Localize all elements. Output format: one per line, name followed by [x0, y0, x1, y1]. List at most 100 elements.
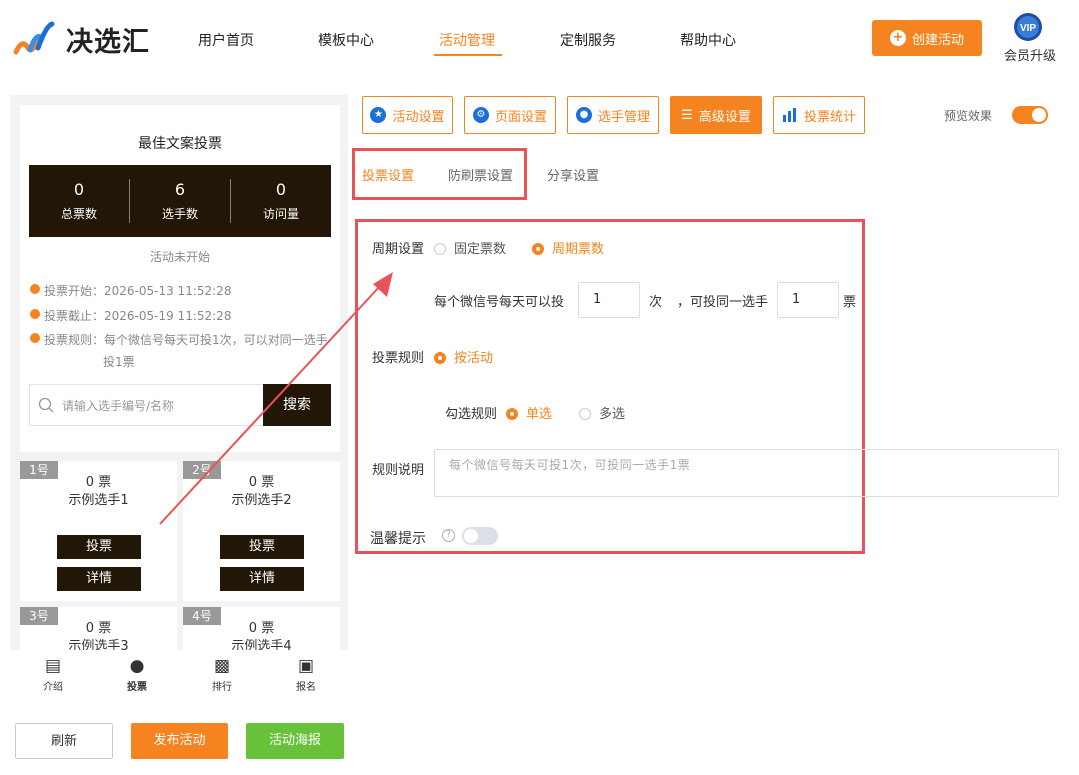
mobile-tab-bar: ▤ 介绍 ● 投票 ▩ 排行 ▣ 报名 [10, 650, 348, 700]
stat-label: 总票数 [60, 207, 97, 221]
rule-description-textarea[interactable]: 每个微信号每天可投1次，可投同一选手1票 [434, 449, 1059, 497]
radio-by-activity[interactable]: 按活动 [434, 347, 493, 366]
nav-custom-service[interactable]: 定制服务 [560, 30, 616, 50]
radio-circle [532, 242, 544, 255]
nav-activity-management[interactable]: 活动管理 [439, 30, 495, 50]
radio-periodic-votes[interactable]: 周期票数 [532, 238, 604, 257]
plus-icon: + [889, 30, 906, 46]
refresh-button[interactable]: 刷新 [15, 723, 113, 759]
tab-intro[interactable]: ▤ 介绍 [23, 656, 83, 693]
tab-label: 报名 [296, 682, 316, 693]
stats-bar: 0 总票数 6 选手数 0 访问量 [29, 165, 331, 237]
create-activity-label: 创建活动 [911, 32, 964, 48]
stat-value: 6 [174, 180, 186, 199]
same-player-unit: 票 [843, 295, 857, 310]
preview-effect-label: 预览效果 [944, 109, 993, 123]
brand-name: 决选汇 [66, 27, 150, 58]
tool-advanced-settings[interactable]: ☰ 高级设置 [670, 96, 762, 134]
tab-label: 介绍 [43, 682, 63, 693]
per-day-prefix: 每个微信号每天可以投 [434, 295, 565, 310]
detail-button[interactable]: 详情 [57, 567, 141, 591]
radio-multiple-choice[interactable]: 多选 [579, 403, 625, 422]
period-setting-label: 周期设置 [372, 242, 425, 257]
tool-label: 页面设置 [494, 109, 547, 125]
radio-circle [434, 351, 446, 364]
brand-logo-icon [13, 21, 55, 55]
vote-button[interactable]: 投票 [57, 535, 141, 559]
subtab-vote-settings[interactable]: 投票设置 [362, 165, 414, 184]
radio-single-choice[interactable]: 单选 [506, 403, 552, 422]
radio-label: 单选 [526, 407, 553, 422]
vip-upgrade-link[interactable]: 会员升级 [1004, 45, 1056, 64]
tool-label: 选手管理 [597, 109, 650, 125]
vip-badge-text: VIP [1020, 23, 1036, 34]
radio-label: 按活动 [454, 351, 494, 366]
player-votes: 0 票 [85, 475, 112, 490]
clock-icon [30, 284, 40, 294]
vip-badge-icon[interactable]: VIP [1013, 12, 1043, 42]
clock-icon [30, 309, 40, 319]
radio-label: 周期票数 [552, 242, 605, 257]
users-icon: ● [575, 107, 592, 123]
same-player-count-input[interactable]: 1 [777, 282, 839, 318]
per-day-count-input[interactable]: 1 [578, 282, 640, 318]
tab-vote[interactable]: ● 投票 [107, 656, 167, 693]
stat-label: 访问量 [262, 207, 299, 221]
ranking-icon: ▩ [213, 656, 231, 676]
stat-label: 选手数 [161, 207, 198, 221]
tab-ranking[interactable]: ▩ 排行 [192, 656, 252, 693]
radio-circle [506, 407, 518, 420]
subtab-anti-fraud[interactable]: 防刷票设置 [448, 165, 513, 184]
player-votes: 0 票 [85, 621, 112, 636]
stat-value: 0 [275, 180, 287, 199]
star-icon: ★ [370, 107, 387, 123]
toggle-knob [1032, 108, 1046, 122]
vote-rule-text-cont: 投1票 [103, 355, 135, 369]
tool-activity-settings[interactable]: ★ 活动设置 [362, 96, 453, 134]
warm-tip-label: 温馨提示 [370, 531, 426, 547]
stat-total-votes: 0 总票数 [29, 165, 129, 222]
sliders-icon: ☰ [681, 107, 693, 123]
check-rule-label: 勾选规则 [445, 407, 498, 422]
tab-signup[interactable]: ▣ 报名 [276, 656, 336, 693]
radio-label: 固定票数 [454, 242, 507, 257]
nav-help[interactable]: 帮助中心 [680, 30, 736, 50]
tool-player-management[interactable]: ● 选手管理 [567, 96, 659, 134]
radio-fixed-votes[interactable]: 固定票数 [434, 238, 506, 257]
same-player-prefix: ，可投同一选手 [677, 295, 769, 310]
stat-value: 0 [73, 180, 85, 199]
tool-label: 投票统计 [803, 109, 856, 125]
stat-visits: 0 访问量 [231, 165, 331, 222]
annotation-arrow-icon [159, 272, 393, 525]
radio-circle [434, 242, 446, 255]
nav-templates[interactable]: 模板中心 [318, 30, 374, 50]
player-votes: 0 票 [248, 621, 275, 636]
preview-effect-toggle[interactable] [1012, 106, 1048, 124]
tool-label: 活动设置 [392, 109, 445, 125]
person-icon: ● [129, 656, 145, 676]
vote-button[interactable]: 投票 [220, 535, 304, 559]
nav-active-underline [434, 54, 502, 56]
subtab-share-settings[interactable]: 分享设置 [547, 165, 599, 184]
radio-label: 多选 [599, 407, 626, 422]
info-icon [30, 333, 40, 343]
warm-tip-toggle[interactable] [462, 527, 498, 545]
activity-title: 最佳文案投票 [138, 136, 222, 152]
gear-icon: ⚙ [472, 107, 489, 123]
intro-icon: ▤ [44, 656, 62, 676]
tool-page-settings[interactable]: ⚙ 页面设置 [464, 96, 556, 134]
activity-status: 活动未开始 [149, 250, 210, 264]
publish-activity-button[interactable]: 发布活动 [131, 723, 228, 759]
tab-label: 投票 [127, 682, 147, 693]
tab-label: 排行 [212, 682, 232, 693]
detail-button[interactable]: 详情 [220, 567, 304, 591]
tool-vote-statistics[interactable]: 投票统计 [773, 96, 865, 134]
toggle-knob [464, 529, 478, 543]
create-activity-button[interactable]: + 创建活动 [872, 20, 982, 56]
nav-home[interactable]: 用户首页 [198, 30, 254, 50]
bar-chart-icon [782, 108, 796, 122]
signup-icon: ▣ [297, 656, 315, 676]
help-icon[interactable]: ? [442, 529, 455, 542]
activity-poster-button[interactable]: 活动海报 [246, 723, 344, 759]
player-name: 示例选手1 [68, 493, 129, 508]
